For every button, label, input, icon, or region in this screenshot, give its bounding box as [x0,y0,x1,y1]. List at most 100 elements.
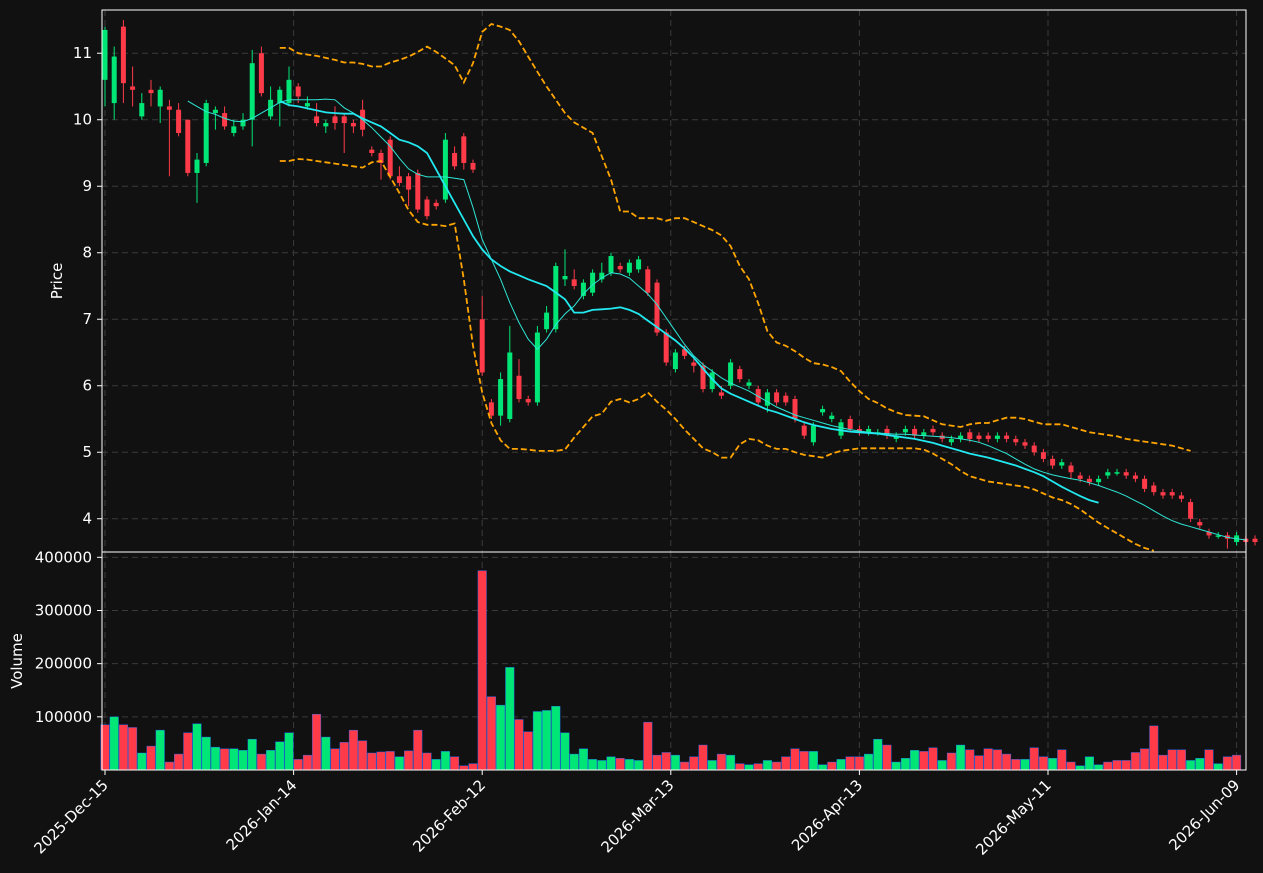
candle-body [801,425,807,436]
volume-bar [1066,761,1076,771]
volume-bar [1213,763,1223,771]
candle-body [976,435,982,439]
volume-bar [560,732,570,771]
volume-bar [643,721,653,771]
volume-bar [1048,758,1058,771]
candle-body [847,418,853,429]
volume-bar [146,745,156,771]
volume-bar [394,756,404,771]
volume-axis-label: Volume [8,633,26,689]
volume-bar [1130,752,1140,771]
volume-bar [155,729,165,771]
volume-bar [367,752,377,771]
volume-bar [1186,760,1196,771]
candle-body [829,415,835,419]
volume-bar [201,736,211,771]
candle-body [1031,445,1037,453]
volume-bar [1084,756,1094,771]
candle-body [1050,458,1056,466]
candle-body [1086,478,1092,483]
volume-bar [128,727,138,771]
volume-bar [762,760,772,771]
volume-bar [716,753,726,771]
volume-bar [523,731,533,771]
candle-body [470,162,476,170]
volume-bar [624,759,634,771]
volume-bar [578,748,588,771]
volume-bar [486,696,496,771]
volume-bar [450,756,460,771]
volume-bar [1140,748,1150,771]
volume-bar [284,732,294,771]
volume-bar [256,753,266,771]
candle-body [562,276,568,280]
candle-body [691,362,697,366]
candle-body [967,432,973,439]
candle-body [415,172,421,210]
candle-body [1004,435,1010,439]
price-tick-label: 9 [82,177,92,195]
volume-bar [459,765,469,771]
volume-bar [404,750,414,771]
candle-body [1096,478,1102,483]
volume-bar [1029,747,1039,771]
candle-body [737,369,743,380]
candle-body [930,428,936,433]
volume-bar [440,751,450,771]
candle-body [590,272,596,293]
candle-body [452,152,458,167]
volume-tick-label: 100000 [35,708,92,726]
volume-bar [293,759,303,771]
volume-bar [1094,764,1104,771]
candle-body [1151,485,1157,493]
candle-body [902,428,908,433]
candle-body [1114,472,1120,474]
volume-bar [385,751,395,771]
candle-body [249,63,255,120]
volume-bar [431,759,441,771]
candle-body [774,392,780,403]
candle-body [222,113,228,127]
volume-bar [900,758,910,771]
candle-body [571,279,577,286]
candle-body [1105,472,1111,476]
candle-body [746,382,752,386]
volume-bar [983,748,993,771]
volume-tick-label: 200000 [35,655,92,673]
price-axis-label: Price [48,263,66,300]
volume-bar [275,741,285,771]
candle-body [479,319,485,373]
candle-body [304,103,310,107]
volume-bar [422,752,432,771]
volume-bar [854,756,864,771]
volume-tick-label: 400000 [35,548,92,566]
candle-body [1123,472,1129,476]
candle-body [185,119,191,173]
volume-bar [956,744,966,771]
volume-bar [477,570,487,771]
candle-body [994,435,1000,439]
candle-body [1040,452,1046,459]
volume-bar [836,759,846,771]
price-tick-label: 8 [82,244,92,262]
volume-bar [1176,749,1186,771]
candle-body [645,269,651,293]
candle-body [157,89,163,107]
volume-bar [799,751,809,771]
volume-bar [1103,761,1113,771]
volume-bar [266,750,276,771]
volume-bar [137,752,147,771]
volume-bar [321,736,331,771]
volume-bar [118,724,128,771]
candle-body [231,126,237,134]
candle-body [636,259,642,270]
volume-bar [247,738,257,771]
volume-bar [1038,756,1048,771]
volume-bar [928,747,938,771]
candle-body [608,256,614,273]
volume-bar [808,751,818,771]
price-tick-label: 5 [82,443,92,461]
volume-bar [965,749,975,771]
volume-bar [670,754,680,771]
volume-bar [680,761,690,771]
